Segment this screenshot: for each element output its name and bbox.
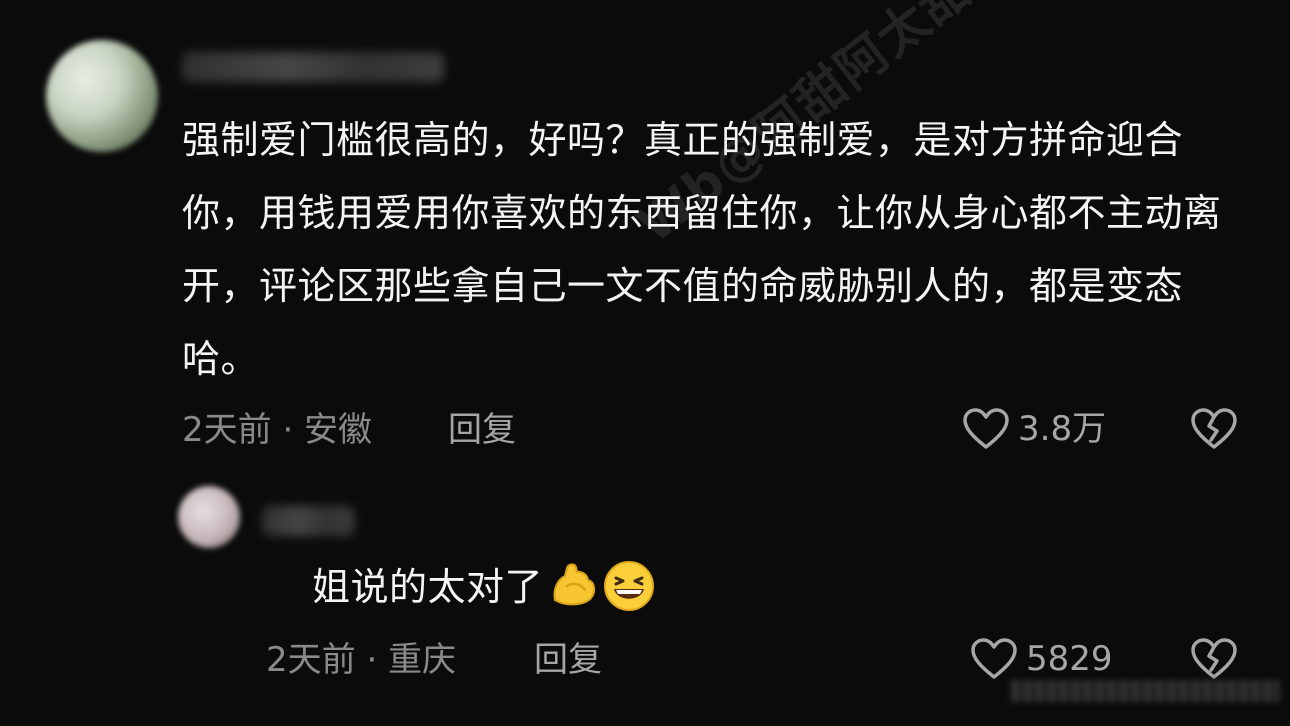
heart-icon — [963, 408, 1009, 449]
grinning-squinting-face-icon — [603, 560, 655, 612]
reply-button[interactable]: 回复 — [448, 410, 516, 450]
avatar[interactable] — [46, 40, 158, 152]
blurred-strip — [1010, 680, 1280, 702]
broken-heart-icon — [1191, 408, 1237, 449]
like-count: 5829 — [1026, 639, 1113, 679]
username-blurred[interactable] — [262, 506, 354, 536]
reply-text-row: 姐说的太对了 — [312, 551, 655, 624]
username-blurred[interactable] — [182, 52, 444, 82]
dislike-button[interactable] — [1190, 407, 1238, 455]
comment-text: 强制爱门槛很高的，好吗？真正的强制爱，是对方拼命迎合你，用钱用爱用你喜欢的东西留… — [182, 118, 1222, 381]
reply-button[interactable]: 回复 — [534, 640, 602, 680]
reply-text: 姐说的太对了 — [312, 565, 544, 609]
flexed-biceps-icon — [547, 560, 599, 612]
like-button[interactable]: 3.8万 — [962, 407, 1106, 451]
heart-icon — [971, 638, 1017, 679]
comment-meta: 2天前 · 安徽 — [182, 410, 373, 450]
like-button[interactable]: 5829 — [970, 637, 1113, 681]
like-count: 3.8万 — [1018, 409, 1107, 449]
avatar[interactable] — [178, 486, 240, 548]
reply-meta: 2天前 · 重庆 — [266, 640, 457, 680]
broken-heart-icon — [1191, 638, 1237, 679]
dislike-button[interactable] — [1190, 637, 1238, 685]
